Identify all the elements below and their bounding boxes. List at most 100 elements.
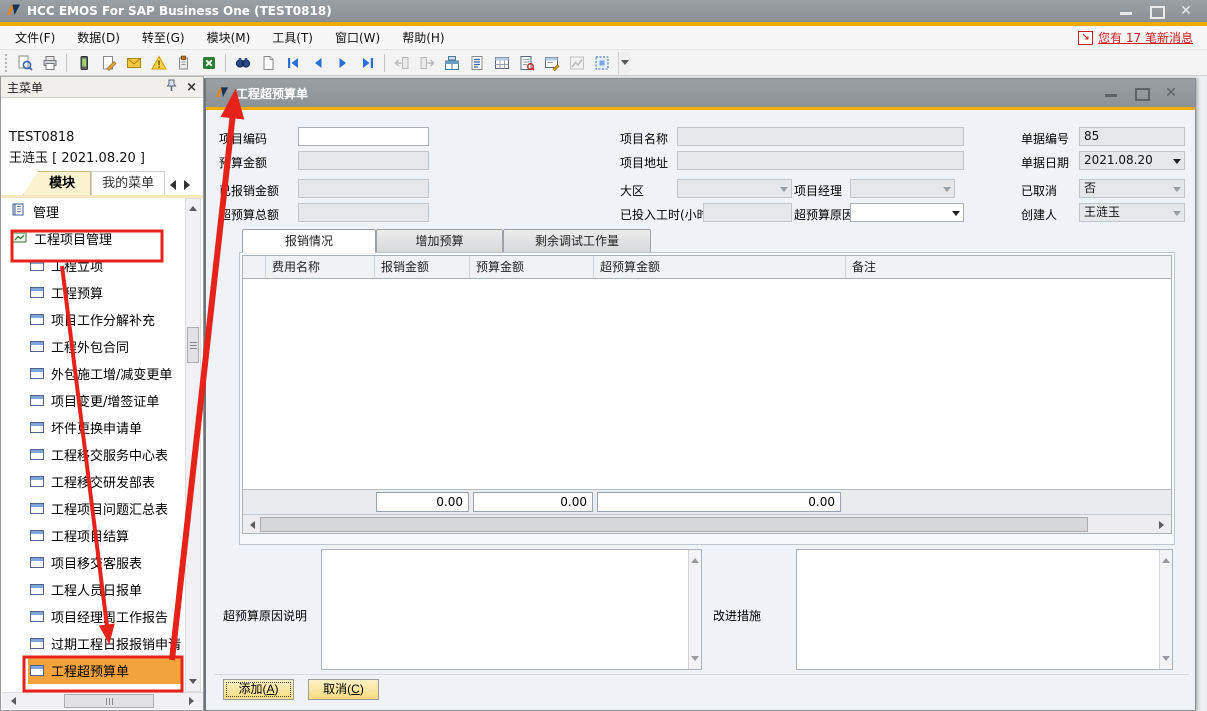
menu-tools[interactable]: 工具(T) bbox=[261, 26, 324, 49]
app-minimize-button[interactable] bbox=[1119, 5, 1133, 17]
tree-vertical-scrollbar[interactable] bbox=[185, 198, 201, 692]
sidebar-item-project-budget[interactable]: 工程预算 bbox=[2, 279, 186, 306]
sidebar-item-project-initiation[interactable]: 工程立项 bbox=[2, 252, 186, 279]
menu-data[interactable]: 数据(D) bbox=[66, 26, 131, 49]
scroll-right-icon[interactable] bbox=[186, 694, 201, 708]
app-maximize-button[interactable] bbox=[1149, 5, 1163, 17]
find-icon[interactable] bbox=[230, 52, 255, 74]
menu-window[interactable]: 窗口(W) bbox=[324, 26, 391, 49]
column-header-overbudget[interactable]: 超预算金额 bbox=[594, 256, 846, 278]
sidebar-item-project-settlement[interactable]: 工程项目结算 bbox=[2, 522, 186, 549]
tree-scrollbar-thumb[interactable] bbox=[187, 327, 199, 363]
reason-description-textarea[interactable] bbox=[322, 550, 688, 669]
last-record-icon[interactable] bbox=[355, 52, 380, 74]
sidebar-scrollbar-thumb[interactable] bbox=[64, 694, 154, 708]
excel-export-icon[interactable] bbox=[196, 52, 221, 74]
window-close-button[interactable]: ✕ bbox=[1164, 87, 1178, 99]
sidebar-item-label: 项目经理周工作报告 bbox=[51, 607, 168, 626]
linked-table-icon[interactable] bbox=[439, 52, 464, 74]
sidebar-item-bad-part-replacement[interactable]: 坏件更换申请单 bbox=[2, 414, 186, 441]
warning-icon[interactable] bbox=[146, 52, 171, 74]
column-header-expense-name[interactable]: 费用名称 bbox=[266, 256, 375, 278]
project-manager-combo[interactable] bbox=[850, 179, 955, 198]
creator-combo[interactable]: 王涟玉 bbox=[1079, 203, 1185, 222]
tab-remaining-debug-workload[interactable]: 剩余调试工作量 bbox=[503, 229, 651, 253]
app-close-button[interactable]: ✕ bbox=[1179, 5, 1193, 17]
table-view-icon[interactable] bbox=[489, 52, 514, 74]
textarea-scrollbar[interactable] bbox=[688, 550, 701, 669]
sidebar-item-admin[interactable]: 管理 bbox=[2, 198, 186, 225]
tabs-scroll-left-icon[interactable] bbox=[165, 180, 176, 190]
new-document-icon[interactable] bbox=[255, 52, 280, 74]
report-icon[interactable] bbox=[514, 52, 539, 74]
sidebar-item-handover-customer-service[interactable]: 项目移交客服表 bbox=[2, 549, 186, 576]
chart-icon[interactable] bbox=[564, 52, 589, 74]
cancelled-combo[interactable]: 否 bbox=[1079, 179, 1185, 198]
tab-content-panel: 费用名称 报销金额 预算金额 超预算金额 备注 0.00 0.00 0.00 bbox=[239, 252, 1175, 545]
query-editor-icon[interactable] bbox=[539, 52, 564, 74]
menu-help[interactable]: 帮助(H) bbox=[391, 26, 455, 49]
overbudget-reason-combo[interactable] bbox=[850, 203, 964, 222]
column-header-reimbursed[interactable]: 报销金额 bbox=[375, 256, 470, 278]
column-header-remarks[interactable]: 备注 bbox=[846, 256, 1171, 278]
sidebar-item-label: 工程项目结算 bbox=[51, 526, 129, 545]
new-messages-link[interactable]: ↘ 您有 17 笔新消息 bbox=[1078, 29, 1203, 46]
column-header-budget[interactable]: 预算金额 bbox=[470, 256, 594, 278]
edit-document-icon[interactable] bbox=[96, 52, 121, 74]
sidebar-item-handover-rd[interactable]: 工程移交研发部表 bbox=[2, 468, 186, 495]
panel-close-icon[interactable]: × bbox=[186, 81, 197, 94]
mobile-icon[interactable] bbox=[71, 52, 96, 74]
first-record-icon[interactable] bbox=[280, 52, 305, 74]
menu-file[interactable]: 文件(F) bbox=[4, 26, 66, 49]
tab-reimbursement-status[interactable]: 报销情况 bbox=[242, 229, 376, 253]
project-code-input[interactable] bbox=[298, 127, 429, 146]
scroll-down-icon[interactable] bbox=[186, 676, 200, 691]
add-button[interactable]: 添加(A) bbox=[223, 679, 294, 700]
grid-horizontal-scrollbar[interactable] bbox=[243, 514, 1171, 533]
grid-scrollbar-thumb[interactable] bbox=[260, 517, 1088, 532]
tab-my-menu[interactable]: 我的菜单 bbox=[91, 171, 165, 195]
clipboard-icon[interactable] bbox=[171, 52, 196, 74]
navigate-back-icon[interactable] bbox=[389, 52, 414, 74]
sidebar-item-outsourcing-change-order[interactable]: 外包施工增/减变更单 bbox=[2, 360, 186, 387]
sidebar-item-pm-weekly-report[interactable]: 项目经理周工作报告 bbox=[2, 603, 186, 630]
sidebar-item-project-overbudget[interactable]: 工程超预算单 bbox=[28, 657, 182, 684]
sidebar-item-staff-daily-report[interactable]: 工程人员日报单 bbox=[2, 576, 186, 603]
pin-icon[interactable] bbox=[166, 79, 177, 95]
next-record-icon[interactable] bbox=[330, 52, 355, 74]
window-maximize-button[interactable] bbox=[1134, 87, 1148, 99]
cancel-button[interactable]: 取消(C) bbox=[308, 679, 379, 700]
improvement-measures-textarea[interactable] bbox=[797, 550, 1159, 669]
scroll-left-icon[interactable] bbox=[243, 517, 258, 532]
sidebar-item-handover-service-center[interactable]: 工程移交服务中心表 bbox=[2, 441, 186, 468]
toolbar-grip[interactable] bbox=[5, 54, 9, 72]
menu-modules[interactable]: 模块(M) bbox=[196, 26, 262, 49]
sidebar-horizontal-scrollbar[interactable] bbox=[2, 692, 203, 709]
sidebar-item-label: 外包施工增/减变更单 bbox=[51, 364, 172, 383]
scroll-right-icon[interactable] bbox=[1156, 517, 1171, 532]
tab-increase-budget[interactable]: 增加预算 bbox=[376, 229, 503, 253]
print-icon[interactable] bbox=[37, 52, 62, 74]
sidebar-item-project-management[interactable]: 工程项目管理 bbox=[2, 225, 186, 252]
navigate-forward-icon[interactable] bbox=[414, 52, 439, 74]
mail-icon[interactable] bbox=[121, 52, 146, 74]
scroll-left-icon[interactable] bbox=[4, 694, 19, 708]
sidebar-item-project-change-visa[interactable]: 项目变更/增签证单 bbox=[2, 387, 186, 414]
region-combo[interactable] bbox=[677, 179, 792, 198]
grid-settings-icon[interactable] bbox=[589, 52, 614, 74]
textarea-scrollbar[interactable] bbox=[1159, 550, 1172, 669]
sidebar-item-problem-summary[interactable]: 工程项目问题汇总表 bbox=[2, 495, 186, 522]
menu-goto[interactable]: 转至(G) bbox=[131, 26, 196, 49]
document-lines-icon[interactable] bbox=[464, 52, 489, 74]
sidebar-item-overdue-daily-reimbursement[interactable]: 过期工程日报报销申请 bbox=[2, 630, 186, 657]
previous-record-icon[interactable] bbox=[305, 52, 330, 74]
doc-date-combo[interactable]: 2021.08.20 bbox=[1079, 151, 1185, 170]
toolbar-overflow-button[interactable] bbox=[618, 52, 630, 74]
tab-modules[interactable]: 模块 bbox=[23, 171, 91, 195]
sidebar-item-wbs-supplement[interactable]: 项目工作分解补充 bbox=[2, 306, 186, 333]
window-minimize-button[interactable] bbox=[1104, 87, 1118, 99]
scroll-up-icon[interactable] bbox=[186, 199, 200, 214]
sidebar-item-outsourcing-contract[interactable]: 工程外包合同 bbox=[2, 333, 186, 360]
print-preview-icon[interactable] bbox=[12, 52, 37, 74]
tabs-scroll-right-icon[interactable] bbox=[184, 180, 195, 190]
